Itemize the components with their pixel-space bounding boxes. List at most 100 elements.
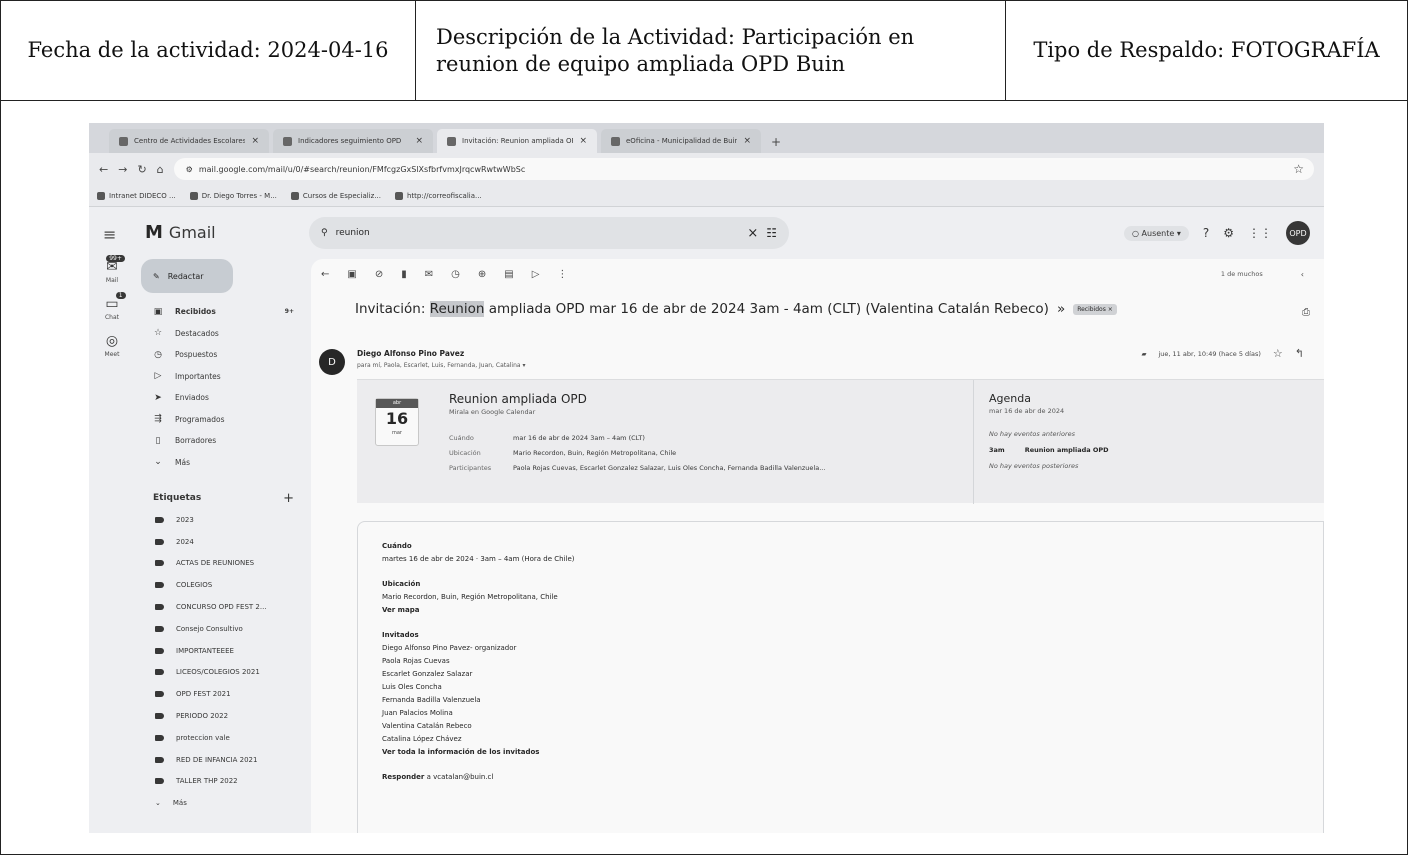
search-bar[interactable]: ⚲ reunion × ☷ (309, 217, 789, 249)
browser-tab-active[interactable]: Invitación: Reunion ampliada OPD × (437, 129, 597, 153)
new-tab-button[interactable]: + (765, 135, 787, 153)
folder-important[interactable]: ▷ Importantes (141, 366, 306, 388)
folder-starred[interactable]: ☆ Destacados (141, 323, 306, 345)
bookmark-item[interactable]: Cursos de Especializ... (290, 191, 381, 200)
compose-button[interactable]: ✎ Redactar (141, 259, 233, 293)
folder-scheduled[interactable]: ⇶ Programados (141, 409, 306, 431)
add-label-icon[interactable]: + (283, 491, 294, 506)
report-spam-icon[interactable]: ⊘ (375, 269, 383, 280)
hamburger-menu-icon[interactable]: ≡ (103, 225, 116, 244)
home-icon[interactable]: ⌂ (157, 163, 164, 176)
label-tag-icon (155, 560, 164, 567)
importance-marker-icon[interactable]: » (1057, 301, 1065, 317)
status-selector[interactable]: ○ Ausente ▾ (1124, 225, 1189, 241)
gmail-logo[interactable]: M Gmail (145, 222, 216, 243)
snooze-icon[interactable]: ◷ (451, 269, 460, 280)
close-icon[interactable]: × (579, 136, 587, 146)
account-avatar[interactable]: OPD (1286, 221, 1310, 245)
print-icon[interactable]: ⎙ (1302, 307, 1310, 318)
rail-chat[interactable]: ▭ 1 Chat (89, 292, 135, 321)
draft-icon: ▯ (155, 435, 161, 446)
clear-search-icon[interactable]: × (747, 226, 758, 241)
calendar-dow: mar (392, 430, 402, 436)
compose-label: Redactar (167, 271, 204, 281)
search-input[interactable]: reunion (336, 228, 370, 238)
folder-drafts[interactable]: ▯ Borradores (141, 430, 306, 452)
label-item[interactable]: ACTAS DE REUNIONES (141, 553, 306, 575)
label-icon[interactable]: ▷ (532, 269, 540, 280)
close-icon[interactable]: × (415, 136, 423, 146)
guest-item: Paola Rojas Cuevas (382, 657, 450, 665)
folder-sent[interactable]: ➤ Enviados (141, 387, 306, 409)
recipients[interactable]: para mí, Paola, Escarlet, Luis, Fernanda… (357, 362, 526, 369)
add-task-icon[interactable]: ⊕ (478, 269, 486, 280)
label-tag-icon (155, 538, 164, 545)
close-icon[interactable]: × (743, 136, 751, 146)
site-info-icon[interactable]: ⚙ (186, 165, 193, 174)
view-map-link[interactable]: Ver mapa (382, 604, 1323, 617)
app-rail: ✉ 99+ Mail ▭ 1 Chat ◎ Meet (89, 255, 135, 370)
more-options-icon[interactable]: ⋮ (557, 269, 567, 280)
gmail-m-icon: M (145, 222, 163, 243)
gmail-app: ≡ M Gmail ⚲ reunion × ☷ ○ Ausente ▾ ? ⚙ ⋮… (89, 207, 1324, 833)
forward-arrow-icon[interactable]: → (118, 163, 127, 176)
label-item[interactable]: IMPORTANTEEEE (141, 640, 306, 662)
search-options-icon[interactable]: ☷ (766, 226, 777, 240)
attachment-icon: ▰ (1141, 349, 1147, 358)
label-item[interactable]: PERIODO 2022 (141, 705, 306, 727)
top-right-tools: ○ Ausente ▾ ? ⚙ ⋮⋮ OPD (1124, 221, 1310, 245)
back-arrow-icon[interactable]: ← (321, 269, 329, 280)
label-item[interactable]: CONCURSO OPD FEST 2... (141, 596, 306, 618)
search-icon[interactable]: ⚲ (321, 228, 328, 238)
help-icon[interactable]: ? (1203, 226, 1209, 240)
label-item[interactable]: TALLER THP 2022 (141, 771, 306, 793)
detail-value: Mario Recordon, Buin, Región Metropolita… (513, 448, 677, 457)
mark-unread-icon[interactable]: ✉ (425, 269, 433, 280)
label-item[interactable]: 2024 (141, 531, 306, 553)
folder-snoozed[interactable]: ◷ Pospuestos (141, 344, 306, 366)
labels-more[interactable]: ⌄ Más (141, 792, 306, 814)
label-item[interactable]: RED DE INFANCIA 2021 (141, 749, 306, 771)
label-item[interactable]: 2023 (141, 509, 306, 531)
label-item[interactable]: Consejo Consultivo (141, 618, 306, 640)
label-tag-icon (155, 604, 164, 611)
reload-icon[interactable]: ↻ (137, 163, 146, 176)
label-name: Consejo Consultivo (176, 624, 243, 633)
rail-mail[interactable]: ✉ 99+ Mail (89, 255, 135, 284)
activity-description-line1: Descripción de la Actividad: Participaci… (436, 25, 915, 50)
chevron-down-icon: ⌄ (155, 799, 161, 808)
url-field[interactable]: ⚙ mail.google.com/mail/u/0/#search/reuni… (173, 158, 1314, 180)
star-icon[interactable]: ☆ (1273, 347, 1283, 360)
label-item[interactable]: OPD FEST 2021 (141, 683, 306, 705)
reply-icon[interactable]: ↰ (1295, 347, 1304, 360)
label-item[interactable]: COLEGIOS (141, 574, 306, 596)
bookmark-item[interactable]: Dr. Diego Torres - M... (189, 191, 277, 200)
browser-tab[interactable]: Centro de Actividades Escolares × (109, 129, 269, 153)
close-icon[interactable]: × (251, 136, 259, 146)
view-all-guests-link[interactable]: Ver toda la información de los invitados (382, 746, 1323, 759)
browser-tab[interactable]: eOficina - Municipalidad de Buin × (601, 129, 761, 153)
event-detail-row: Participantes Paola Rojas Cuevas, Escarle… (449, 460, 825, 475)
rail-meet[interactable]: ◎ Meet (89, 333, 135, 358)
view-in-calendar-link[interactable]: Mirala en Google Calendar (449, 408, 535, 416)
backup-type: Tipo de Respaldo: FOTOGRAFÍA (1006, 1, 1407, 100)
apps-grid-icon[interactable]: ⋮⋮ (1248, 226, 1272, 240)
chevron-left-icon[interactable]: ‹ (1301, 270, 1304, 279)
label-item[interactable]: proteccion vale (141, 727, 306, 749)
bookmark-item[interactable]: http://correofiscalia... (395, 191, 482, 200)
agenda-event[interactable]: 3am Reunion ampliada OPD (989, 446, 1109, 454)
archive-icon[interactable]: ▣ (347, 269, 356, 280)
bookmark-item[interactable]: Intranet DIDECO ... (97, 191, 176, 200)
inbox-label-chip[interactable]: Recibidos × (1073, 303, 1117, 315)
folder-inbox[interactable]: ▣ Recibidos 9+ (141, 301, 306, 323)
label-item[interactable]: LICEOS/COLEGIOS 2021 (141, 662, 306, 684)
move-to-icon[interactable]: ▤ (504, 269, 513, 280)
message-view: ← ▣ ⊘ ▮ ✉ ◷ ⊕ ▤ ▷ ⋮ 1 de muchos ‹ Invita… (311, 259, 1324, 833)
folder-more[interactable]: ⌄ Más (141, 452, 306, 474)
delete-icon[interactable]: ▮ (401, 269, 407, 280)
back-arrow-icon[interactable]: ← (99, 163, 108, 176)
settings-gear-icon[interactable]: ⚙ (1223, 226, 1234, 240)
bookmark-star-icon[interactable]: ☆ (1293, 162, 1304, 176)
subject-highlight: Reunion (429, 301, 485, 317)
browser-tab[interactable]: Indicadores seguimiento OPD × (273, 129, 433, 153)
